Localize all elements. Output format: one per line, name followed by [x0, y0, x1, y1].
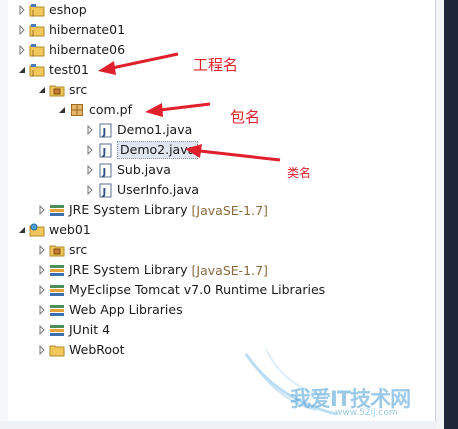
- arrow-to-package-icon: [145, 102, 211, 117]
- project-name-annotation: 工程名: [193, 56, 239, 74]
- arrow-to-class-icon: [185, 144, 281, 162]
- arrow-to-project-icon: [98, 52, 179, 75]
- class-name-annotation: 类名: [287, 166, 312, 180]
- watermark-url: www.52ij.com: [335, 408, 398, 418]
- package-name-annotation: 包名: [230, 108, 261, 126]
